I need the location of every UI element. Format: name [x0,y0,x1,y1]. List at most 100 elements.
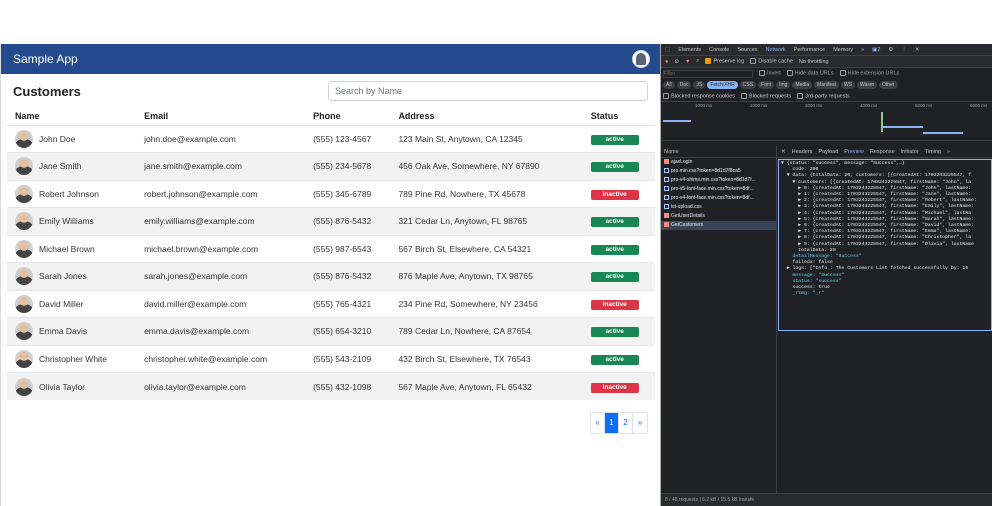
json-line[interactable]: ▼ data: {totalData: 20, customers: [{cre… [781,173,989,179]
type-filter-font[interactable]: Font [758,81,775,89]
table-row[interactable]: Robert Johnson robert.johnson@example.com… [7,179,655,208]
type-filter-media[interactable]: Media [792,81,813,89]
json-line[interactable]: ▶ 8: {createdAt: 1703243225547, firstNam… [781,235,989,241]
customer-email: robert.johnson@example.com [136,179,306,208]
blocked-requests-toggle[interactable]: Blocked requests [740,92,791,99]
disable-cache-toggle[interactable]: Disable cache [750,58,793,65]
table-row[interactable]: David Miller david.miller@example.com (555… [7,289,655,318]
detail-tab-response[interactable]: Response [870,149,895,155]
type-filter-all[interactable]: All [663,81,675,89]
devtools-tab-»[interactable]: » [861,47,864,53]
type-filter-img[interactable]: Img [776,81,791,89]
search-input[interactable] [328,81,648,101]
column-header-status[interactable]: Status [582,108,655,126]
detail-tab-preview[interactable]: Preview [844,149,864,155]
request-row[interactable]: pro-v4-shims.min.css?token=8d1d7f... [661,176,776,185]
request-list-header[interactable]: Name [661,146,776,158]
record-icon[interactable]: ● [665,59,668,65]
column-header-phone[interactable]: Phone [305,108,391,126]
close-icon[interactable]: ✕ [915,47,920,53]
table-row[interactable]: Emma Davis emma.davis@example.com (555) 65… [7,317,655,345]
json-line[interactable]: ▼ customers: [{createdAt: 1703243225547,… [781,180,989,186]
status-cell: active [582,207,655,235]
type-filter-fetch-xhr[interactable]: Fetch/XHR [707,81,738,89]
type-filter-js[interactable]: JS [693,81,706,89]
type-filter-css[interactable]: CSS [739,81,757,89]
detail-tab-headers[interactable]: Headers [792,149,813,155]
pagination-page-2[interactable]: 2 [619,413,633,433]
table-row[interactable]: Olivia Taylor olivia.taylor@example.com (5… [7,372,655,400]
detail-tab-timing[interactable]: Timing [925,149,941,155]
customer-email: david.miller@example.com [136,289,306,318]
status-badge: active [590,327,639,338]
devtools-panel: ⬚ Elements Console Sources Network Performanc… [660,44,992,506]
user-avatar-icon[interactable] [632,50,650,68]
devtools-tab-network[interactable]: Network [766,47,786,53]
request-row[interactable]: kit-upload.css [661,203,776,212]
table-row[interactable]: Michael Brown michael.brown@example.com (5… [7,234,655,263]
json-line[interactable]: ▶ 3: {createdAt: 1703243225547, firstNam… [781,204,989,210]
customer-name-wrap: Olivia Taylor [15,377,136,396]
json-line[interactable]: ▶ 4: {createdAt: 1703243225547, firstNam… [781,211,989,217]
blocked-cookies-toggle[interactable]: Blocked response cookies [663,92,735,99]
filter-icon[interactable]: ▼ [685,59,690,65]
app-brand[interactable]: Sample App [13,52,78,66]
customer-name-wrap: Emma Davis [15,322,136,341]
customers-table-body: John Doe john.doe@example.com (555) 123-45… [7,124,655,400]
column-header-address[interactable]: Address [390,108,583,126]
detail-tab-initiator[interactable]: Initiator [901,149,919,155]
network-timeline-overview[interactable]: 1000 ms 2000 ms 3000 ms 4000 ms 5000 ms 6000 … [661,101,992,141]
pagination-prev[interactable]: « [591,413,605,433]
json-line[interactable]: ▶ 9: {createdAt: 1703243225547, firstNam… [781,242,989,248]
devtools-tab-elements[interactable]: Elements [678,47,701,53]
type-filter-doc[interactable]: Doc [676,81,692,89]
timeline-bar [881,112,883,132]
column-header-name[interactable]: Name [7,108,137,126]
clear-icon[interactable]: ⊘ [674,59,679,65]
request-row[interactable]: pro-v5-font-face.min.css?token=8df... [661,185,776,194]
devtools-tab-memory[interactable]: Memory [833,47,853,53]
pagination-page-1[interactable]: 1 [605,413,619,433]
settings-icon[interactable]: ⚙ [888,47,893,53]
table-row[interactable]: John Doe john.doe@example.com (555) 123-45… [7,124,655,153]
table-row[interactable]: Christopher White christopher.white@examp… [7,344,655,373]
issues-badge[interactable]: ▣2 [872,47,880,53]
request-row[interactable]: pro-v4-font-face.min.css?token=8df... [661,194,776,203]
devtools-tab-console[interactable]: Console [709,47,729,53]
table-row[interactable]: Jane Smith jane.smith@example.com (555) 23… [7,152,655,180]
type-filter-wasm[interactable]: Wasm [857,81,877,89]
type-filter-ws[interactable]: WS [840,81,855,89]
hide-extension-urls-toggle[interactable]: Hide extension URLs [839,70,899,77]
hide-data-urls-toggle[interactable]: Hide data URLs [786,70,834,77]
invert-toggle[interactable]: Invert [759,70,781,77]
table-row[interactable]: Sarah Jones sarah.jones@example.com (555) … [7,262,655,290]
throttling-select[interactable]: No throttling [799,59,829,65]
devtools-tab-sources[interactable]: Sources [737,47,757,53]
detail-tab-payload[interactable]: Payload [818,149,838,155]
third-party-toggle[interactable]: 3rd-party requests [797,92,850,99]
inspect-icon[interactable]: ⬚ [665,47,670,53]
type-filter-other[interactable]: Other [878,81,898,89]
devtools-tab-performance[interactable]: Performance [794,47,826,53]
preserve-log-toggle[interactable]: Preserve log [705,58,744,65]
filter-input[interactable] [663,69,753,78]
close-detail-icon[interactable]: ✕ [781,149,786,155]
json-preview[interactable]: ▼ {status: "success", message: "Success"… [778,159,992,331]
table-header-row: Name Email Phone Address Status [7,108,655,126]
more-icon[interactable]: ⋮ [901,47,907,53]
json-line[interactable]: _rtmg: "_r" [781,291,989,297]
pagination-next[interactable]: » [633,413,647,433]
request-row[interactable]: GetCustomers [661,221,776,230]
type-filter-manifest[interactable]: Manifest [814,81,839,89]
detail-tab-»[interactable]: » [947,149,950,155]
hide-data-urls-label: Hide data URLs [794,70,834,77]
table-row[interactable]: Emily Williams emily.williams@example.com… [7,207,655,235]
request-row[interactable]: pro.min.css?token=8d1d7f8ca5 [661,167,776,176]
json-line[interactable]: ▶ logs: ["Info : The Customers List fetc… [781,266,989,272]
search-icon[interactable]: ⌕ [696,58,699,65]
timeline-tick: 3000 ms [805,103,823,108]
customer-phone: (555) 432-1098 [305,372,391,400]
request-row[interactable]: GetUserDetails [661,212,776,221]
request-row[interactable]: ajaxLogin [661,158,776,167]
column-header-email[interactable]: Email [136,108,306,126]
